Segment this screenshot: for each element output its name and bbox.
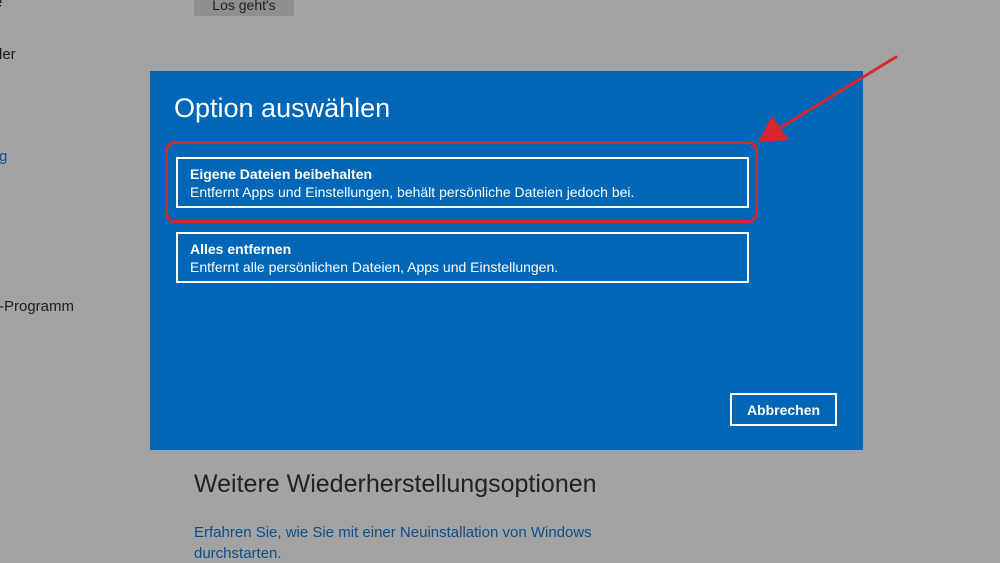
sidebar-fragment-1: e xyxy=(0,0,2,11)
option-description: Entfernt alle persönlichen Dateien, Apps… xyxy=(190,259,559,275)
remove-everything-option[interactable]: Alles entfernen Entfernt alle persönlich… xyxy=(176,232,749,283)
option-title: Alles entfernen xyxy=(190,241,292,257)
cancel-button[interactable]: Abbrechen xyxy=(730,393,837,426)
get-started-button[interactable]: Los geht's xyxy=(194,0,294,16)
annotation-highlight xyxy=(165,141,758,223)
screen: Los geht's e ler g -Programm Weitere Wie… xyxy=(0,0,1000,563)
sidebar-fragment-2: ler xyxy=(0,46,16,63)
fresh-start-link[interactable]: Erfahren Sie, wie Sie mit einer Neuinsta… xyxy=(194,522,634,563)
dialog-title: Option auswählen xyxy=(174,93,391,123)
sidebar-fragment-4: -Programm xyxy=(0,298,75,315)
reset-pc-dialog: Option auswählen Eigene Dateien beibehal… xyxy=(150,71,863,450)
more-recovery-options-heading: Weitere Wiederherstellungsoptionen xyxy=(194,470,597,498)
sidebar-fragment-3[interactable]: g xyxy=(0,148,7,165)
